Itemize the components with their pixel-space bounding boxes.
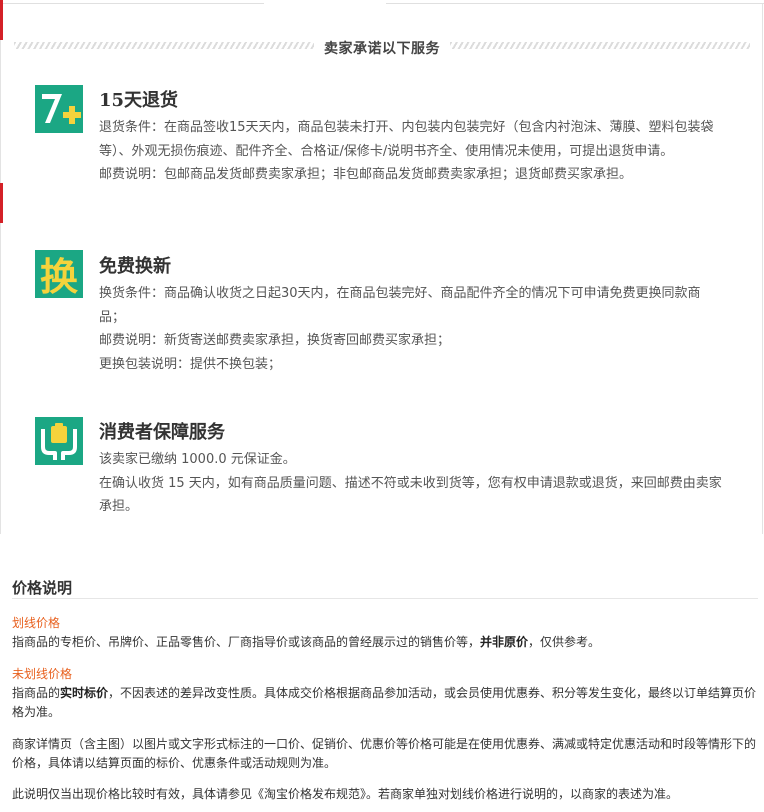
detail-price-note: 商家详情页（含主图）以图片或文字形式标注的一口价、促销价、优惠价等价格可能是在使… [12, 737, 757, 770]
return-shipping-note: 邮费说明：包邮商品发货邮费卖家承担；非包邮商品发货邮费卖家承担；退货邮费买家承担… [99, 167, 633, 182]
struck-price-block: 划线价格 指商品的专柜价、吊牌价、正品零售价、厂商指导价或该商品的曾经展示过的销… [12, 614, 760, 652]
exchange-packaging-note: 更换包装说明：提供不换包装； [99, 356, 282, 372]
service-description: 换货条件：商品确认收货之日起30天内，在商品包装完好、商品配件齐全的情况下可申请… [99, 282, 724, 376]
struck-price-label: 划线价格 [12, 616, 61, 630]
section-divider [12, 598, 758, 599]
service-title: 免费换新 [99, 256, 171, 277]
deposit-note: 该卖家已缴纳 1000.0 元保证金。 [99, 452, 296, 467]
exchange-shipping-note: 邮费说明：新货寄送邮费卖家承担，换货寄回邮费买家承担； [99, 333, 451, 348]
price-section-title: 价格说明 [12, 579, 73, 597]
service-title: 15天退货 [99, 90, 179, 111]
unstruck-price-desc: 指商品的实时标价，不因表述的差异改变性质。具体成交价格根据商品参加活动，或会员使… [12, 686, 757, 719]
service-title: 消费者保障服务 [99, 422, 225, 443]
exchange-icon: 换 [35, 250, 83, 299]
consumer-protection-icon [35, 417, 83, 465]
return-conditions: 退货条件：在商品签收15天天内，商品包装未打开、内包装内包装完好（包含内衬泡沫、… [99, 120, 714, 159]
refund-policy: 在确认收货 15 天内，如有商品质量问题、描述不符或未收到货等，您有权申请退款或… [99, 475, 722, 515]
unstruck-price-block: 未划线价格 指商品的实时标价，不因表述的差异改变性质。具体成交价格根据商品参加活… [12, 665, 760, 722]
unstruck-price-label: 未划线价格 [12, 667, 73, 681]
price-footnote: 此说明仅当出现价格比较时有效，具体请参见《淘宝价格发布规范》。若商家单独对划线价… [12, 787, 679, 801]
service-description: 退货条件：在商品签收15天天内，商品包装未打开、内包装内包装完好（包含内衬泡沫、… [99, 116, 724, 187]
exchange-conditions: 换货条件：商品确认收货之日起30天内，在商品包装完好、商品配件齐全的情况下可申请… [99, 286, 701, 325]
return-15-days-icon [35, 85, 83, 133]
promise-heading-bar: 卖家承诺以下服务 [14, 38, 750, 57]
svg-text:换: 换 [40, 255, 78, 298]
service-description: 该卖家已缴纳 1000.0 元保证金。 在确认收货 15 天内，如有商品质量问题… [99, 448, 724, 519]
promise-heading: 卖家承诺以下服务 [316, 41, 448, 57]
struck-price-desc: 指商品的专柜价、吊牌价、正品零售价、厂商指导价或该商品的曾经展示过的销售价等，并… [12, 635, 601, 649]
